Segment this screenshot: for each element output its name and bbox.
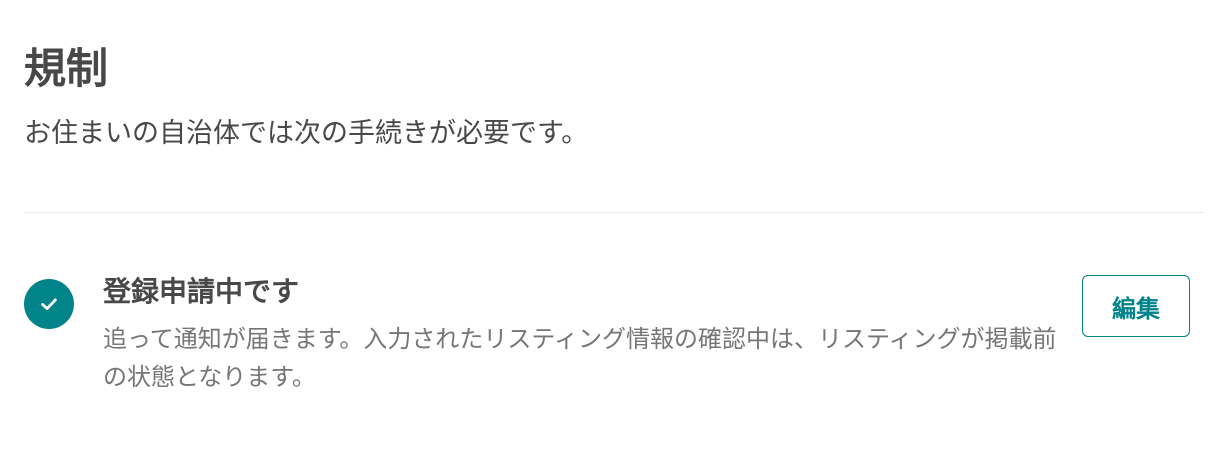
check-circle-icon [24, 279, 74, 329]
edit-button[interactable]: 編集 [1082, 275, 1190, 337]
section-divider [24, 212, 1204, 213]
page-title: 規制 [24, 44, 109, 93]
status-description: 追って通知が届きます。入力されたリスティング情報の確認中は、リスティングが掲載前… [103, 325, 1057, 391]
status-title: 登録申請中です [103, 275, 300, 308]
registration-status-row: 登録申請中です 追って通知が届きます。入力されたリスティング情報の確認中は、リス… [24, 270, 1190, 410]
checkmark-icon [41, 298, 57, 310]
page-subtitle: お住まいの自治体では次の手続きが必要です。 [24, 118, 589, 149]
